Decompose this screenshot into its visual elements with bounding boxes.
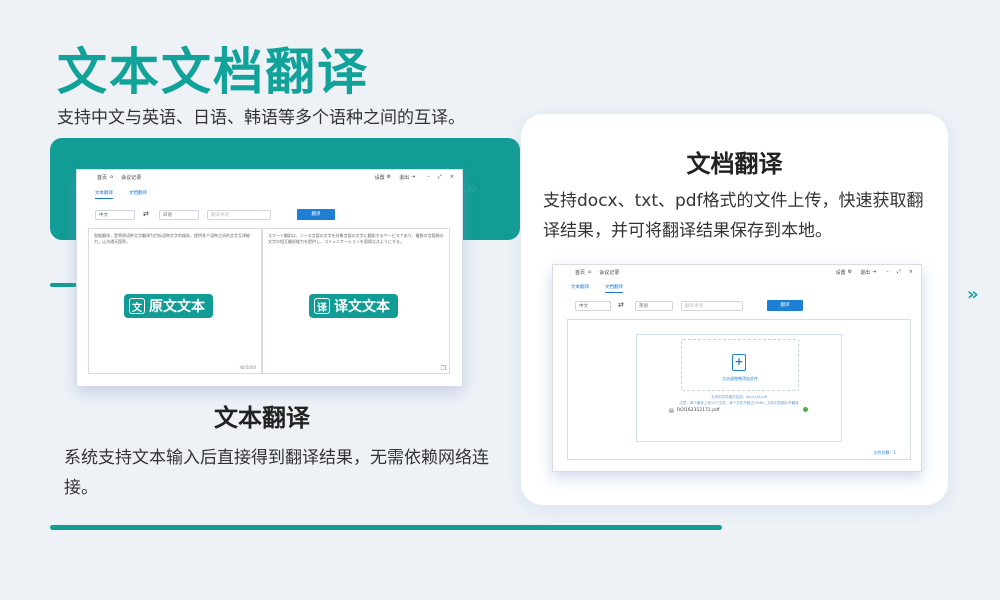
source-text: 智能翻译，是将原语种文字翻译为目标语种文字的服务，提供多个语种之间的文字互译能力… xyxy=(94,233,250,244)
close-button[interactable]: × xyxy=(450,174,454,180)
terminology-select[interactable]: 翻译术语 xyxy=(681,301,743,311)
swap-icon[interactable]: ⇄ xyxy=(618,301,624,309)
source-text-badge: 文 原文文本 xyxy=(124,294,213,318)
gear-icon[interactable]: ⚙ xyxy=(387,174,391,180)
upload-area: + 点击或拖拽添加文件 支持的文件格式包括：docx,txt,pdf 注意：单个… xyxy=(636,334,842,442)
tab-doc-translate[interactable]: 文档翻译 xyxy=(605,284,623,293)
copy-icon[interactable]: ❐ xyxy=(441,366,446,372)
doc-translate-card: 文档翻译 支持docx、txt、pdf格式的文件上传，快速获取翻译结果，并可将翻… xyxy=(521,114,948,505)
mode-tabs: 文本翻译 文档翻译 xyxy=(95,190,147,199)
gear-icon[interactable]: ⚙ xyxy=(848,269,852,275)
window-titlebar: 首页 ⌂ 会议记录 设置 ⚙ 退出 ⇥ – ⤢ × xyxy=(553,265,921,279)
file-icon: ▤ xyxy=(669,408,674,414)
minimize-button[interactable]: – xyxy=(427,174,430,180)
target-text-badge: 译 译文文本 xyxy=(309,294,398,318)
text-translate-window: 首页 ⌂ 会议记录 设置 ⚙ 退出 ⇥ – ⤢ × 文本翻译 文档翻译 中文 ⇄… xyxy=(76,169,463,387)
accent-line xyxy=(50,283,78,287)
exit-link[interactable]: 退出 xyxy=(399,174,409,181)
translate-icon: 译 xyxy=(314,298,330,314)
page-subtitle: 支持中文与英语、日语、韩语等多个语种之间的互译。 xyxy=(57,108,465,128)
nav-home[interactable]: 首页 xyxy=(97,174,107,181)
chevron-right-icon: » xyxy=(466,178,477,199)
settings-link[interactable]: 设置 xyxy=(836,269,846,276)
source-language-select[interactable]: 中文 xyxy=(575,301,611,311)
target-language-select[interactable]: 英语 xyxy=(635,301,673,311)
nav-meeting-records[interactable]: 会议记录 xyxy=(121,174,141,181)
target-text: スマート翻訳は、ソース言語の文字を対象言語の文字に翻訳するサービスであり、複数の… xyxy=(268,233,444,244)
chevron-right-icon: » xyxy=(967,284,978,305)
source-language-select[interactable]: 中文 xyxy=(95,210,135,220)
file-add-icon: + xyxy=(732,354,746,371)
terminology-select[interactable]: 翻译术语 xyxy=(207,210,271,220)
format-hint: 支持的文件格式包括：docx,txt,pdf xyxy=(710,395,768,399)
document-icon: 文 xyxy=(129,298,145,314)
text-translate-heading: 文本翻译 xyxy=(214,404,310,432)
limit-hint: 注意：单个最多上传10个文件，单个文件不超过10MB，文件中的图片不翻译 xyxy=(679,401,799,405)
card-description: 支持docx、txt、pdf格式的文件上传，快速获取翻译结果，并可将翻译结果保存… xyxy=(543,191,924,241)
swap-icon[interactable]: ⇄ xyxy=(143,210,149,218)
nav-meeting-records[interactable]: 会议记录 xyxy=(599,269,619,276)
close-button[interactable]: × xyxy=(909,269,913,275)
char-count: 46/5000 xyxy=(239,365,256,370)
tab-doc-translate[interactable]: 文档翻译 xyxy=(129,190,147,199)
home-icon: ⌂ xyxy=(588,269,592,275)
card-heading: 文档翻译 xyxy=(686,150,783,178)
exit-icon[interactable]: ⇥ xyxy=(411,174,415,180)
maximize-button[interactable]: ⤢ xyxy=(897,269,901,275)
page-title: 文本文档翻译 xyxy=(57,43,369,101)
file-status-icon xyxy=(803,407,808,412)
doc-translate-window: 首页 ⌂ 会议记录 设置 ⚙ 退出 ⇥ – ⤢ × 文本翻译 文档翻译 中文 ⇄… xyxy=(552,264,922,472)
mode-tabs: 文本翻译 文档翻译 xyxy=(571,284,623,293)
text-translate-description: 系统支持文本输入后直接得到翻译结果，无需依赖网络连接。 xyxy=(64,448,489,498)
translate-button[interactable]: 翻译 xyxy=(767,300,803,311)
window-titlebar: 首页 ⌂ 会议记录 设置 ⚙ 退出 ⇥ – ⤢ × xyxy=(77,170,462,184)
file-dropzone[interactable]: + 点击或拖拽添加文件 xyxy=(681,339,799,391)
maximize-button[interactable]: ⤢ xyxy=(438,174,442,180)
translate-button[interactable]: 翻译 xyxy=(297,209,335,220)
target-language-select[interactable]: 日语 xyxy=(159,210,199,220)
minimize-button[interactable]: – xyxy=(886,269,889,275)
exit-icon[interactable]: ⇥ xyxy=(872,269,876,275)
tab-text-translate[interactable]: 文本翻译 xyxy=(571,284,589,293)
nav-home[interactable]: 首页 xyxy=(575,269,585,276)
bottom-divider xyxy=(50,525,722,530)
settings-link[interactable]: 设置 xyxy=(375,174,385,181)
upload-hint: 点击或拖拽添加文件 xyxy=(722,376,758,381)
file-count: 文件总数：1 xyxy=(873,450,896,455)
exit-link[interactable]: 退出 xyxy=(860,269,870,276)
file-name: ROI162312172.pdf xyxy=(677,408,720,413)
home-icon: ⌂ xyxy=(110,174,114,180)
tab-text-translate[interactable]: 文本翻译 xyxy=(95,190,113,199)
document-panel: + 点击或拖拽添加文件 支持的文件格式包括：docx,txt,pdf 注意：单个… xyxy=(567,319,911,460)
